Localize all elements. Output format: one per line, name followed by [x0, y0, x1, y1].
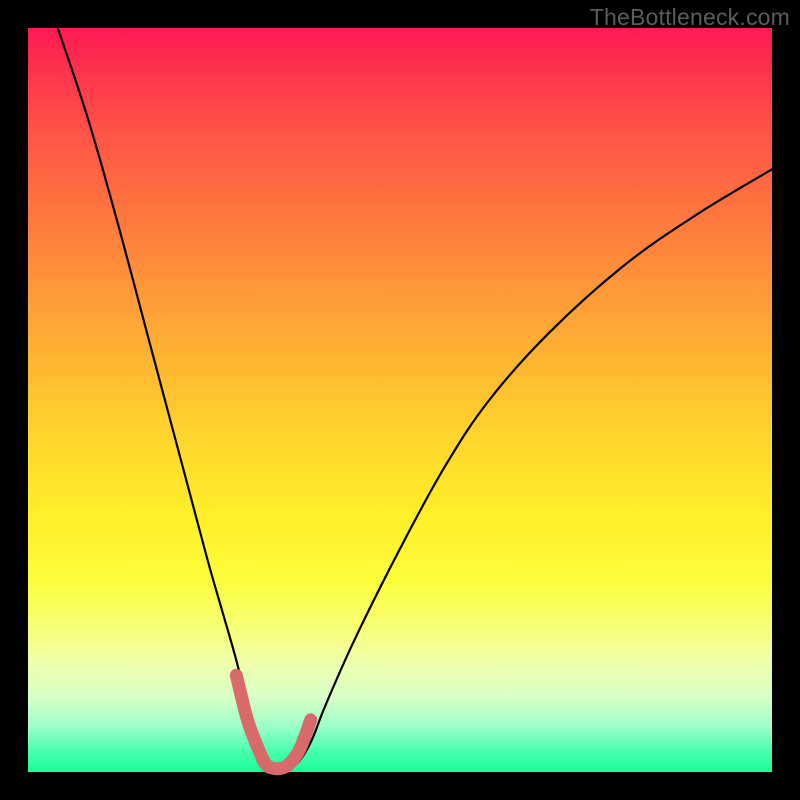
chart-svg — [28, 28, 772, 772]
chart-frame: TheBottleneck.com — [0, 0, 800, 800]
watermark-text: TheBottleneck.com — [590, 4, 790, 31]
plot-area — [28, 28, 772, 772]
bottleneck-curve — [58, 28, 772, 769]
optimal-range-highlight — [236, 675, 310, 769]
